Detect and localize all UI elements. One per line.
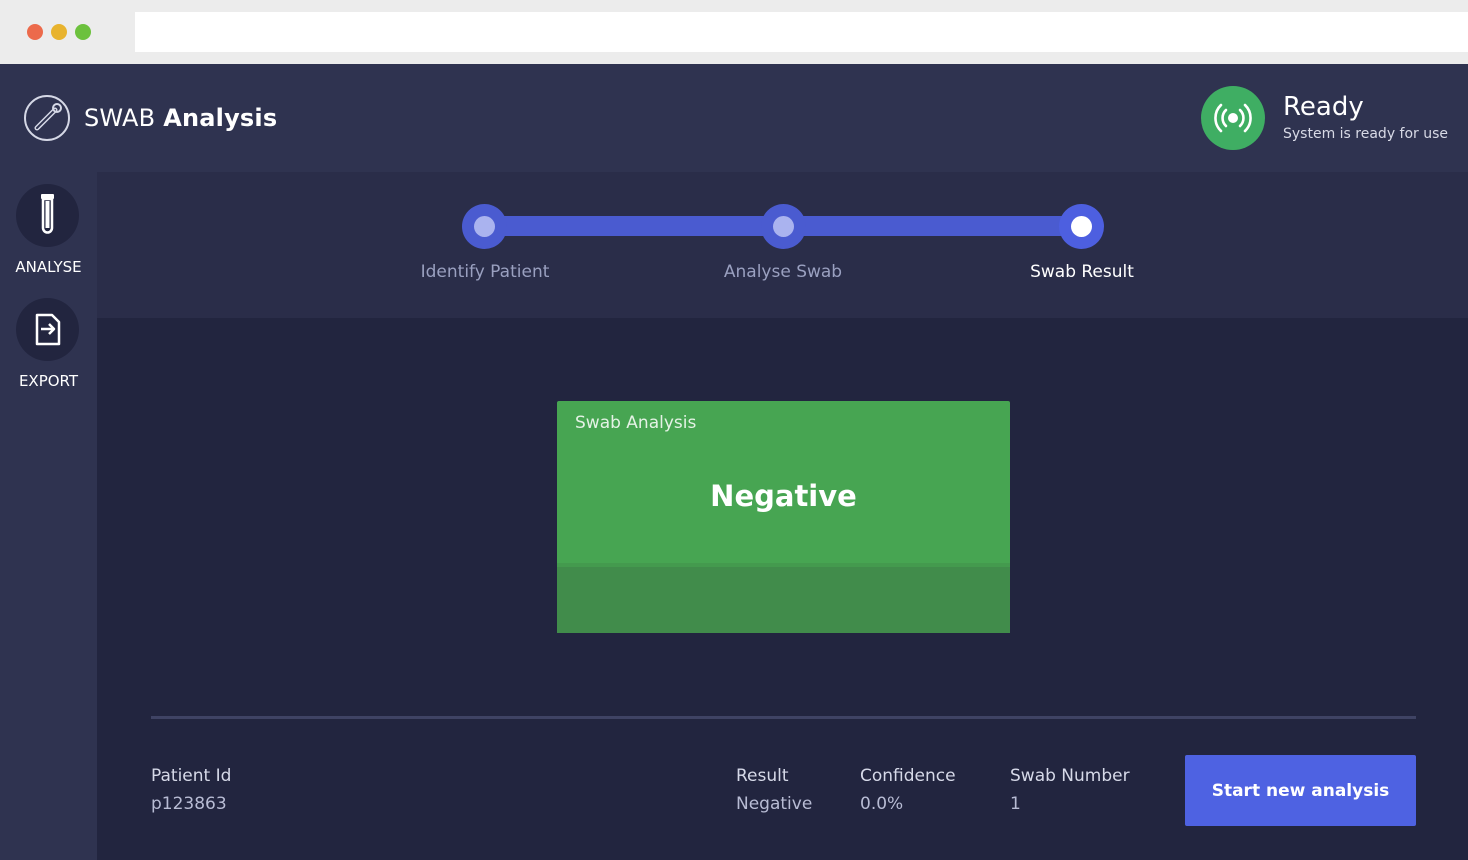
sidebar-item-label: ANALYSE: [15, 258, 82, 276]
swab-logo-icon: [24, 95, 72, 143]
swab-result-card: Swab Analysis Negative: [557, 401, 1010, 633]
start-new-analysis-button[interactable]: Start new analysis: [1185, 755, 1416, 826]
status-title: Ready: [1283, 92, 1364, 122]
step-label-analyse-swab: Analyse Swab: [723, 262, 843, 282]
broadcast-icon: [1214, 103, 1252, 133]
maximize-window-button[interactable]: [75, 24, 91, 40]
step-node-identify-patient[interactable]: [462, 204, 507, 249]
divider: [151, 716, 1416, 719]
step-connector: [785, 216, 1084, 236]
swab-number-label: Swab Number: [1010, 766, 1130, 786]
app-title-bold: Analysis: [163, 104, 278, 132]
progress-stepper: Identify Patient Analyse Swab Swab Resul…: [97, 172, 1468, 318]
swab-number-value: 1: [1010, 794, 1021, 814]
sidebar: ANALYSE EXPORT: [0, 172, 97, 860]
browser-chrome: [0, 0, 1468, 64]
card-title: Swab Analysis: [575, 413, 697, 433]
confidence-label: Confidence: [860, 766, 956, 786]
patient-id-label: Patient Id: [151, 766, 232, 786]
export-icon: [16, 298, 79, 361]
step-label-identify-patient: Identify Patient: [420, 262, 550, 282]
status-indicator: [1201, 86, 1265, 150]
app-window: SWAB Analysis Ready System is ready for …: [0, 64, 1468, 860]
step-node-analyse-swab[interactable]: [761, 204, 806, 249]
card-footer: [557, 563, 1010, 633]
app-title: SWAB Analysis: [84, 104, 277, 132]
minimize-window-button[interactable]: [51, 24, 67, 40]
result-label: Result: [736, 766, 789, 786]
confidence-value: 0.0%: [860, 794, 904, 814]
patient-id-value: p123863: [151, 794, 227, 814]
card-result: Negative: [710, 479, 857, 513]
close-window-button[interactable]: [27, 24, 43, 40]
app-title-light: SWAB: [84, 104, 156, 132]
step-connector: [486, 216, 786, 236]
sidebar-item-label: EXPORT: [18, 372, 79, 390]
status-subtitle: System is ready for use: [1283, 126, 1449, 142]
step-node-swab-result[interactable]: [1059, 204, 1104, 249]
test-tube-icon: [16, 184, 79, 247]
address-bar[interactable]: [135, 12, 1468, 52]
sidebar-item-analyse[interactable]: ANALYSE: [0, 182, 97, 292]
step-label-swab-result: Swab Result: [1030, 262, 1134, 282]
result-value: Negative: [736, 794, 813, 814]
app-header: SWAB Analysis Ready System is ready for …: [0, 64, 1468, 172]
sidebar-item-export[interactable]: EXPORT: [0, 296, 97, 406]
